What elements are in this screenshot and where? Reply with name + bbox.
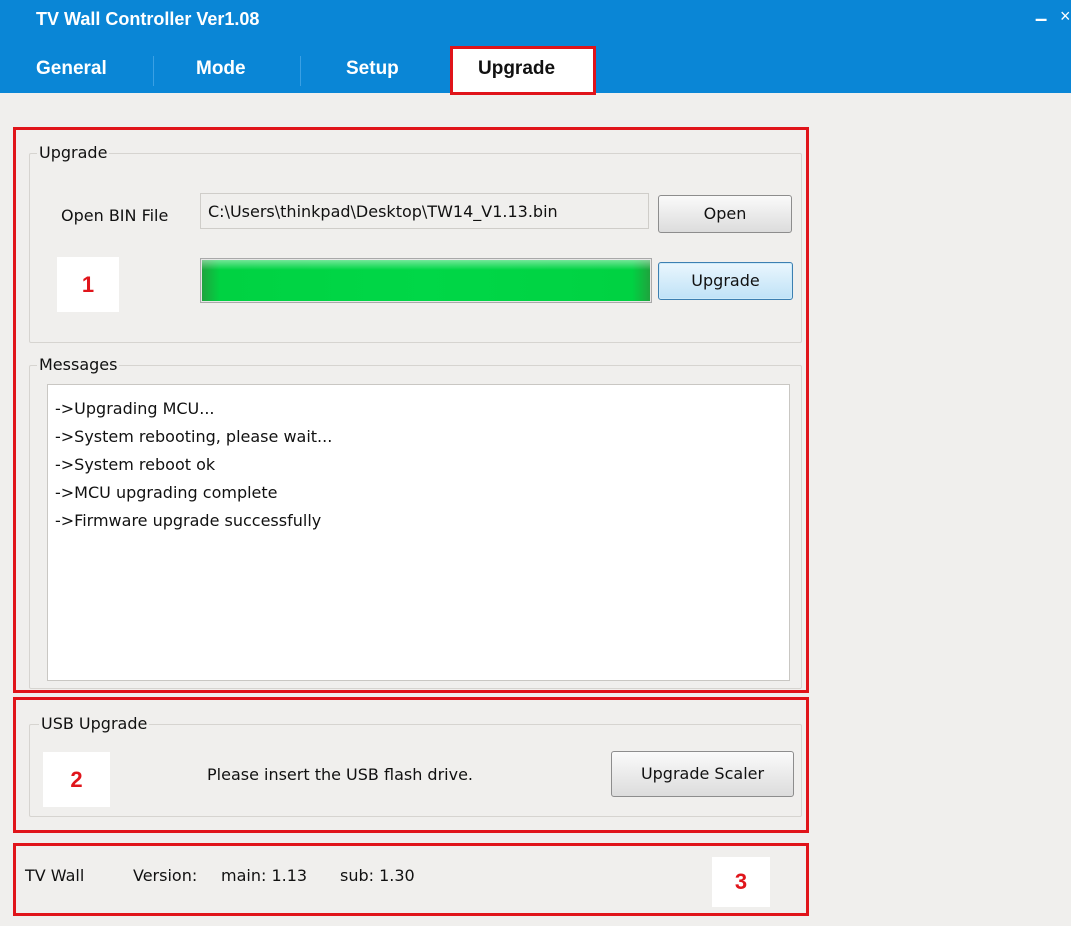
annotation-box-2 bbox=[13, 697, 809, 833]
tab-divider bbox=[153, 56, 154, 86]
window-title: TV Wall Controller Ver1.08 bbox=[36, 9, 260, 29]
annotation-box-tab bbox=[450, 46, 596, 95]
tab-mode[interactable]: Mode bbox=[196, 58, 246, 80]
app-window: TV Wall Controller Ver1.08 – × General M… bbox=[0, 0, 1071, 926]
tab-divider bbox=[300, 56, 301, 86]
annotation-box-3 bbox=[13, 843, 809, 916]
annotation-box-1 bbox=[13, 127, 809, 693]
tab-setup[interactable]: Setup bbox=[346, 58, 399, 80]
close-icon[interactable]: × bbox=[1060, 6, 1071, 27]
minimize-icon[interactable]: – bbox=[1035, 6, 1047, 32]
tab-general[interactable]: General bbox=[36, 58, 107, 80]
